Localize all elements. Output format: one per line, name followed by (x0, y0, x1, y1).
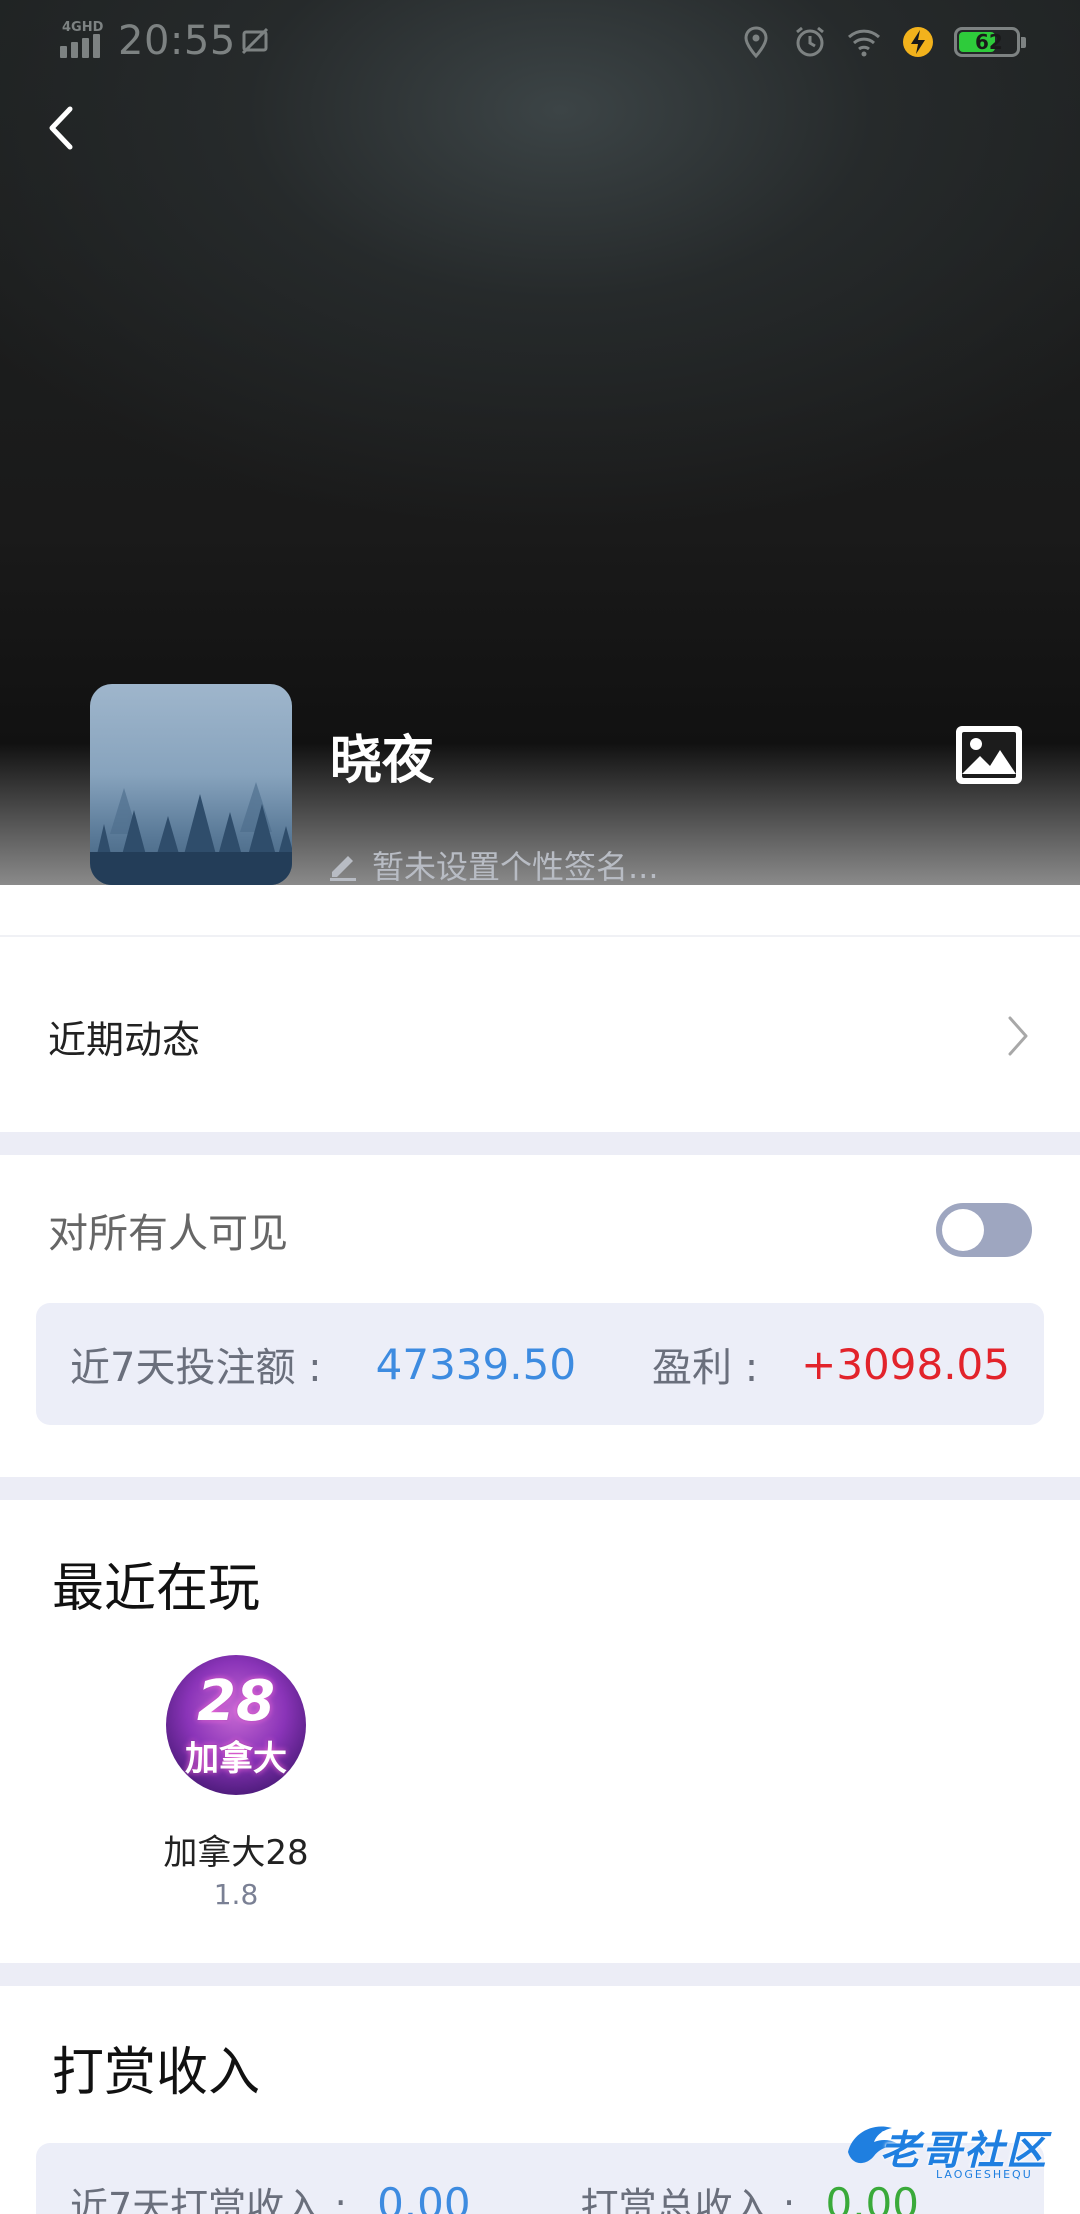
recent-play-title: 最近在玩 (52, 1559, 261, 1619)
section-gap (0, 1477, 1080, 1500)
divider (0, 935, 1080, 937)
location-icon (744, 26, 768, 59)
rewards-title: 打赏收入 (52, 2043, 261, 2103)
visibility-row: 对所有人可见 (0, 1155, 1080, 1305)
game-name: 加拿大28 (163, 1833, 309, 1873)
screenshot-blocked-icon (241, 27, 269, 55)
wifi-icon (847, 29, 881, 57)
game-icon-number: 28 (197, 1669, 275, 1734)
recent-activity-row[interactable]: 近期动态 (0, 940, 1080, 1132)
profit-label: 盈利 : (652, 1345, 759, 1391)
cellular-signal-icon: 4GHD (60, 20, 108, 58)
image-icon (956, 726, 1022, 784)
watermark-subtext: LAOGESHEQU (936, 2168, 1033, 2181)
battery-icon: 62 (954, 27, 1026, 57)
watermark-logo: 老哥社区 LAOGESHEQU (840, 2112, 1070, 2192)
total-reward-label: 打赏总收入 : (580, 2184, 796, 2214)
game-icon: 28 加拿大 (166, 1655, 306, 1795)
section-gap (0, 1963, 1080, 1986)
section-gap (0, 1132, 1080, 1155)
change-cover-button[interactable] (954, 724, 1024, 786)
charging-icon (903, 27, 933, 57)
chevron-left-icon (49, 106, 73, 150)
recent-reward-value: 0.00 (377, 2178, 471, 2214)
signature-text: 暂未设置个性签名... (372, 848, 659, 886)
back-button[interactable] (36, 98, 86, 158)
profit-value: +3098.05 (801, 1339, 1010, 1389)
game-version: 1.8 (213, 1878, 259, 1911)
game-icon-text: 加拿大 (185, 1739, 287, 1779)
alarm-icon (796, 26, 824, 57)
recent-activity-label: 近期动态 (48, 1017, 201, 1062)
battery-level: 62 (975, 30, 1003, 54)
bet-stats-card: 近7天投注额 : 47339.50 盈利 : +3098.05 (36, 1303, 1044, 1425)
avatar[interactable] (90, 684, 292, 885)
visibility-label: 对所有人可见 (48, 1211, 288, 1257)
visibility-toggle[interactable] (936, 1203, 1032, 1257)
profile-cover: 4GHD 20:55 62 晓夜 暂未设置个性签名... (0, 0, 1080, 888)
recent-reward-label: 近7天打赏收入 : (70, 2184, 348, 2214)
network-type: 4GHD (62, 20, 104, 35)
game-item[interactable]: 28 加拿大 加拿大28 1.8 (148, 1655, 324, 1911)
status-time: 20:55 (118, 18, 236, 64)
avatar-forest-image (90, 782, 292, 885)
status-bar: 4GHD 20:55 62 (0, 0, 1080, 90)
edit-pencil-icon (330, 856, 356, 881)
toggle-knob (942, 1209, 984, 1251)
bet-amount-label: 近7天投注额 : (70, 1345, 322, 1391)
bet-amount-value: 47339.50 (375, 1339, 577, 1389)
user-name: 晓夜 (330, 731, 435, 791)
chevron-right-icon (1008, 1016, 1028, 1056)
signature[interactable]: 暂未设置个性签名... (326, 842, 659, 888)
